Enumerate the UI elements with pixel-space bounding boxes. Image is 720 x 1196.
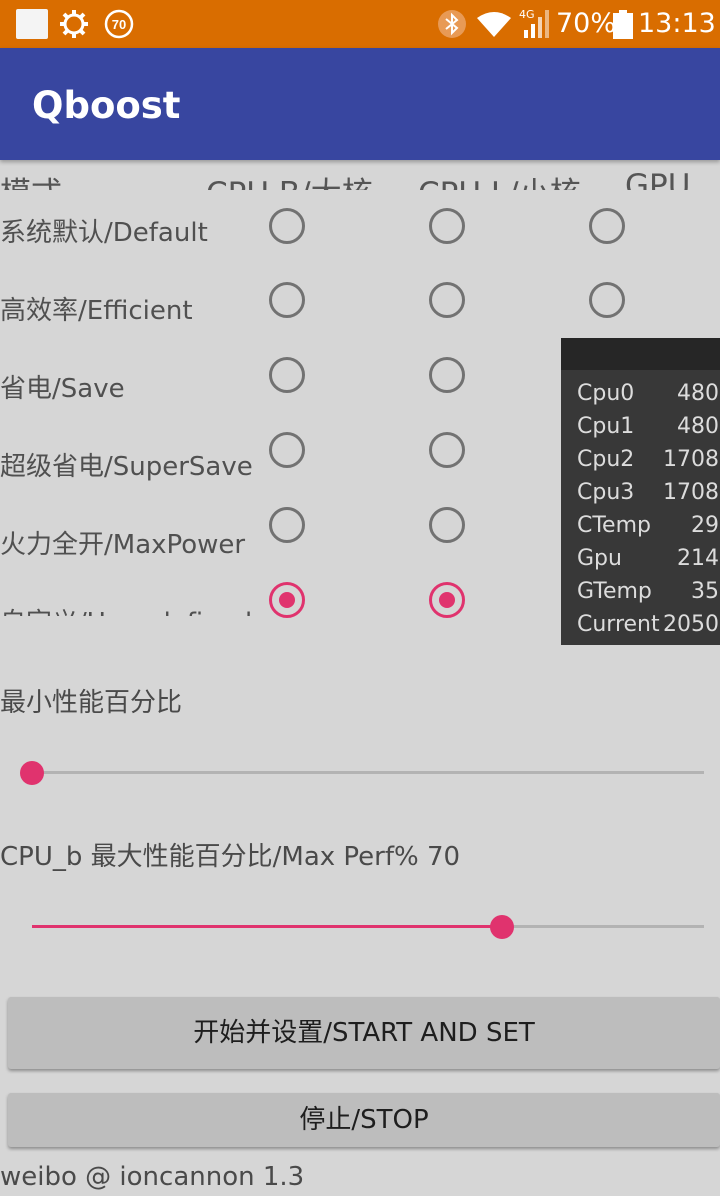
network-type: 4G xyxy=(519,8,535,21)
performance-monitor-overlay[interactable]: Cpu0 480 Cpu1 480 Cpu2 1708 Cpu3 1708 CTemp 2… xyxy=(561,338,720,645)
start-and-set-button[interactable]: 开始并设置/START AND SET xyxy=(8,997,720,1069)
min-perf-label: 最小性能百分比 xyxy=(0,688,183,718)
status-bar: 70 4G 70% 13:13 xyxy=(0,0,720,48)
min-perf-slider-track[interactable] xyxy=(32,771,704,774)
monitor-name: Cpu0 xyxy=(577,381,635,406)
max-perf-slider-thumb[interactable] xyxy=(490,915,515,939)
percentage-badge-icon: 70 xyxy=(104,9,134,39)
radio-user-defined-cpu-big[interactable] xyxy=(269,582,305,618)
radio-user-defined-cpu-little[interactable] xyxy=(429,582,465,618)
radio-default-gpu[interactable] xyxy=(589,208,625,244)
radio-default-cpu-big[interactable] xyxy=(269,208,305,244)
max-perf-slider-fill xyxy=(32,925,503,928)
monitor-value: 1708 xyxy=(663,447,719,472)
battery-icon xyxy=(613,10,633,39)
monitor-value: 480 xyxy=(677,381,719,406)
header-mode: 模式 xyxy=(0,168,62,190)
radio-efficient-gpu[interactable] xyxy=(589,282,625,318)
header-gpu: GPU xyxy=(625,168,691,190)
radio-default-cpu-little[interactable] xyxy=(429,208,465,244)
battery-percent: 70% xyxy=(556,8,617,39)
stop-button[interactable]: 停止/STOP xyxy=(8,1093,720,1147)
radio-save-cpu-big[interactable] xyxy=(269,357,305,393)
monitor-name: Cpu2 xyxy=(577,447,635,472)
app-title: Qboost xyxy=(32,84,181,127)
max-perf-label: CPU_b 最大性能百分比/Max Perf% 70 xyxy=(0,842,461,872)
header-cpu-little: CPU L/小核 xyxy=(418,168,581,190)
monitor-drag-handle[interactable] xyxy=(561,338,720,370)
radio-efficient-cpu-little[interactable] xyxy=(429,282,465,318)
monitor-name: GTemp xyxy=(577,579,652,604)
radio-maxpower-cpu-little[interactable] xyxy=(429,507,465,543)
badge-number: 70 xyxy=(112,17,126,32)
mode-table-header: 模式 CPU B/大核 CPU L/小核 GPU xyxy=(0,160,720,190)
app-bar: Qboost xyxy=(0,48,720,160)
monitor-value: 2050 xyxy=(663,612,719,637)
monitor-name: Gpu xyxy=(577,546,622,571)
monitor-name: Cpu1 xyxy=(577,414,635,439)
radio-save-cpu-little[interactable] xyxy=(429,357,465,393)
footer-credit: weibo @ ioncannon 1.3 xyxy=(0,1162,305,1192)
wifi-icon xyxy=(477,12,511,37)
bluetooth-icon xyxy=(438,10,466,38)
mode-label-supersave: 超级省电/SuperSave xyxy=(0,452,253,482)
radio-efficient-cpu-big[interactable] xyxy=(269,282,305,318)
monitor-value: 35 xyxy=(691,579,719,604)
monitor-name: CTemp xyxy=(577,513,651,538)
radio-supersave-cpu-little[interactable] xyxy=(429,432,465,468)
min-perf-slider-thumb[interactable] xyxy=(20,761,44,785)
mode-label-maxpower: 火力全开/MaxPower xyxy=(0,530,246,560)
radio-supersave-cpu-big[interactable] xyxy=(269,432,305,468)
radio-maxpower-cpu-big[interactable] xyxy=(269,507,305,543)
mode-label-efficient: 高效率/Efficient xyxy=(0,296,193,326)
clock: 13:13 xyxy=(638,8,716,39)
mode-label-default: 系统默认/Default xyxy=(0,218,208,248)
monitor-value: 29 xyxy=(691,513,719,538)
monitor-value: 1708 xyxy=(663,480,719,505)
monitor-value: 214 xyxy=(677,546,719,571)
monitor-name: Cpu3 xyxy=(577,480,635,505)
notification-square-icon xyxy=(16,9,48,39)
monitor-name: Current xyxy=(577,612,660,637)
mode-label-save: 省电/Save xyxy=(0,374,125,404)
settings-gear-icon xyxy=(60,10,88,38)
header-cpu-big: CPU B/大核 xyxy=(206,168,373,190)
mode-row-user-defined-clip: 自定义/User defined xyxy=(0,596,260,616)
monitor-value: 480 xyxy=(677,414,719,439)
mode-label-user-defined: 自定义/User defined xyxy=(0,602,252,616)
